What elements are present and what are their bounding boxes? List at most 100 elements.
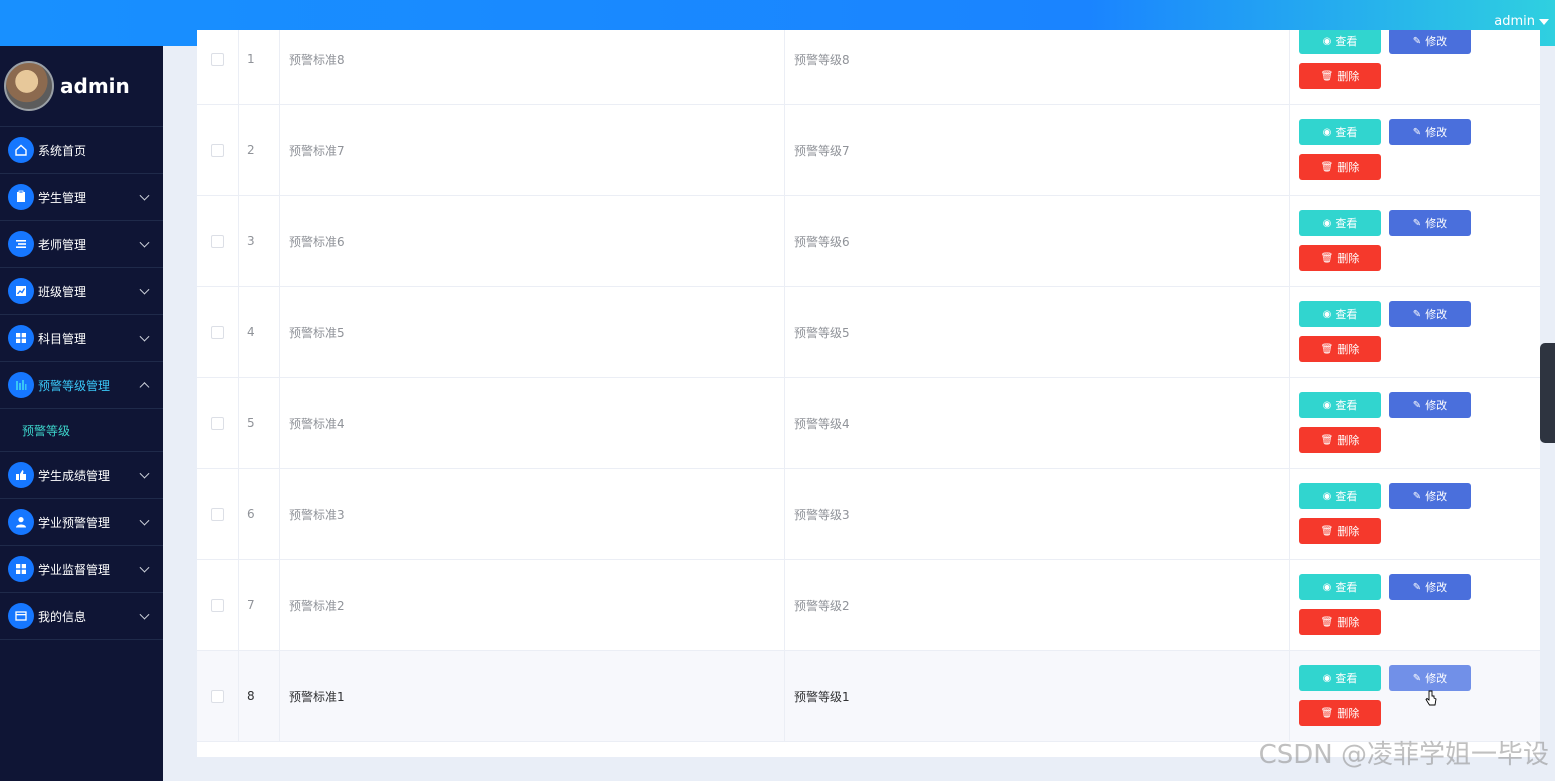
- view-button-label: 查看: [1335, 399, 1358, 412]
- table-row[interactable]: 2 预警标准7 预警等级7 ◉ 查看 ✎ 修改 🗑 删除: [197, 105, 1540, 196]
- trash-icon: 🗑: [1320, 252, 1334, 264]
- profile: admin: [0, 46, 163, 127]
- edit-button-label: 修改: [1425, 581, 1448, 594]
- sidebar-item-home[interactable]: 系统首页: [0, 127, 163, 174]
- user-menu[interactable]: admin: [1494, 14, 1549, 29]
- sidebar-item-label: 我的信息: [38, 609, 87, 624]
- row-checkbox-cell: [197, 196, 239, 286]
- pencil-icon: ✎: [1412, 399, 1422, 411]
- delete-button[interactable]: 🗑 删除: [1299, 518, 1381, 544]
- trash-icon: 🗑: [1320, 434, 1334, 446]
- table-row[interactable]: 1 预警标准8 预警等级8 ◉ 查看 ✎ 修改 🗑 删除: [197, 30, 1540, 105]
- delete-button[interactable]: 🗑 删除: [1299, 609, 1381, 635]
- edit-button[interactable]: ✎ 修改: [1389, 210, 1471, 236]
- sidebar-item-classes[interactable]: 班级管理: [0, 268, 163, 315]
- view-button[interactable]: ◉ 查看: [1299, 30, 1381, 54]
- edit-button[interactable]: ✎ 修改: [1389, 392, 1471, 418]
- row-checkbox[interactable]: [211, 325, 224, 339]
- view-button[interactable]: ◉ 查看: [1299, 119, 1381, 145]
- table-row[interactable]: 4 预警标准5 预警等级5 ◉ 查看 ✎ 修改 🗑 删除: [197, 287, 1540, 378]
- sidebar-item-label: 老师管理: [38, 237, 87, 252]
- delete-button[interactable]: 🗑 删除: [1299, 427, 1381, 453]
- view-button[interactable]: ◉ 查看: [1299, 574, 1381, 600]
- sidebar-item-students[interactable]: 学生管理: [0, 174, 163, 221]
- pencil-icon: ✎: [1412, 217, 1422, 229]
- grid-icon: [8, 556, 34, 582]
- chevron-down-icon: [139, 190, 150, 201]
- data-table: 1 预警标准8 预警等级8 ◉ 查看 ✎ 修改 🗑 删除 2 预警标准7 预警等级7 ◉ 查看 ✎ 修改 🗑 删除…: [197, 30, 1540, 757]
- sidebar-item-grades[interactable]: 学生成绩管理: [0, 452, 163, 499]
- index-cell: 4: [238, 287, 280, 377]
- row-checkbox-cell: [197, 469, 239, 559]
- chevron-up-icon: [139, 382, 150, 393]
- actions-cell: ◉ 查看 ✎ 修改 🗑 删除: [1290, 105, 1540, 195]
- chevron-down-icon: [139, 237, 150, 248]
- row-checkbox[interactable]: [211, 507, 224, 521]
- sidebar-item-label: 班级管理: [38, 284, 87, 299]
- row-checkbox[interactable]: [211, 52, 224, 66]
- index-cell: 3: [238, 196, 280, 286]
- view-button[interactable]: ◉ 查看: [1299, 483, 1381, 509]
- warning-standard-cell: 预警标准8: [280, 30, 785, 104]
- warning-level-cell: 预警等级3: [785, 469, 1290, 559]
- view-button-label: 查看: [1335, 490, 1358, 503]
- chevron-down-icon: [139, 331, 150, 342]
- table-row[interactable]: 6 预警标准3 预警等级3 ◉ 查看 ✎ 修改 🗑 删除: [197, 469, 1540, 560]
- sidebar-item-my-info[interactable]: 我的信息: [0, 593, 163, 640]
- chevron-down-icon: [139, 468, 150, 479]
- edit-button[interactable]: ✎ 修改: [1389, 30, 1471, 54]
- delete-button[interactable]: 🗑 删除: [1299, 63, 1381, 89]
- submenu-item-warning-level[interactable]: 预警等级: [0, 409, 163, 452]
- edit-button[interactable]: ✎ 修改: [1389, 119, 1471, 145]
- delete-button[interactable]: 🗑 删除: [1299, 700, 1381, 726]
- row-checkbox[interactable]: [211, 234, 224, 248]
- eye-icon: ◉: [1322, 672, 1332, 684]
- edit-button[interactable]: ✎ 修改: [1389, 574, 1471, 600]
- view-button[interactable]: ◉ 查看: [1299, 392, 1381, 418]
- view-button[interactable]: ◉ 查看: [1299, 301, 1381, 327]
- trash-icon: 🗑: [1320, 70, 1334, 82]
- edit-button[interactable]: ✎ 修改: [1389, 483, 1471, 509]
- row-checkbox[interactable]: [211, 416, 224, 430]
- delete-button[interactable]: 🗑 删除: [1299, 336, 1381, 362]
- warning-standard-cell: 预警标准4: [280, 378, 785, 468]
- edit-button-label: 修改: [1425, 308, 1448, 321]
- view-button[interactable]: ◉ 查看: [1299, 210, 1381, 236]
- sidebar-item-teachers[interactable]: 老师管理: [0, 221, 163, 268]
- edit-button-label: 修改: [1425, 217, 1448, 230]
- actions-cell: ◉ 查看 ✎ 修改 🗑 删除: [1290, 378, 1540, 468]
- row-checkbox[interactable]: [211, 143, 224, 157]
- caret-down-icon[interactable]: [1539, 18, 1549, 25]
- view-button-label: 查看: [1335, 217, 1358, 230]
- row-checkbox-cell: [197, 560, 239, 650]
- sidebar-item-label: 学业预警管理: [38, 515, 111, 530]
- header-username[interactable]: admin: [1494, 14, 1535, 29]
- sidebar-item-subjects[interactable]: 科目管理: [0, 315, 163, 362]
- edit-button[interactable]: ✎ 修改: [1389, 301, 1471, 327]
- edit-button[interactable]: ✎ 修改: [1389, 665, 1471, 691]
- eye-icon: ◉: [1322, 217, 1332, 229]
- delete-button[interactable]: 🗑 删除: [1299, 154, 1381, 180]
- eye-icon: ◉: [1322, 308, 1332, 320]
- sidebar-item-academic-supervision[interactable]: 学业监督管理: [0, 546, 163, 593]
- scrollbar-thumb[interactable]: [1540, 343, 1555, 443]
- table-row[interactable]: 5 预警标准4 预警等级4 ◉ 查看 ✎ 修改 🗑 删除: [197, 378, 1540, 469]
- table-row[interactable]: 3 预警标准6 预警等级6 ◉ 查看 ✎ 修改 🗑 删除: [197, 196, 1540, 287]
- view-button[interactable]: ◉ 查看: [1299, 665, 1381, 691]
- sidebar-item-warning-levels[interactable]: 预警等级管理: [0, 362, 163, 409]
- index-cell: 2: [238, 105, 280, 195]
- row-checkbox[interactable]: [211, 598, 224, 612]
- edit-button-label: 修改: [1425, 490, 1448, 503]
- table-row[interactable]: 7 预警标准2 预警等级2 ◉ 查看 ✎ 修改 🗑 删除: [197, 560, 1540, 651]
- chevron-down-icon: [139, 284, 150, 295]
- sidebar-item-academic-warning[interactable]: 学业预警管理: [0, 499, 163, 546]
- actions-cell: ◉ 查看 ✎ 修改 🗑 删除: [1290, 651, 1540, 741]
- warning-standard-cell: 预警标准7: [280, 105, 785, 195]
- pencil-icon: ✎: [1412, 308, 1422, 320]
- row-checkbox[interactable]: [211, 689, 224, 703]
- delete-button[interactable]: 🗑 删除: [1299, 245, 1381, 271]
- sidebar-item-label: 学生成绩管理: [38, 468, 111, 483]
- table-row[interactable]: 8 预警标准1 预警等级1 ◉ 查看 ✎ 修改 🗑 删除: [197, 651, 1540, 742]
- actions-cell: ◉ 查看 ✎ 修改 🗑 删除: [1290, 560, 1540, 650]
- pencil-icon: ✎: [1412, 490, 1422, 502]
